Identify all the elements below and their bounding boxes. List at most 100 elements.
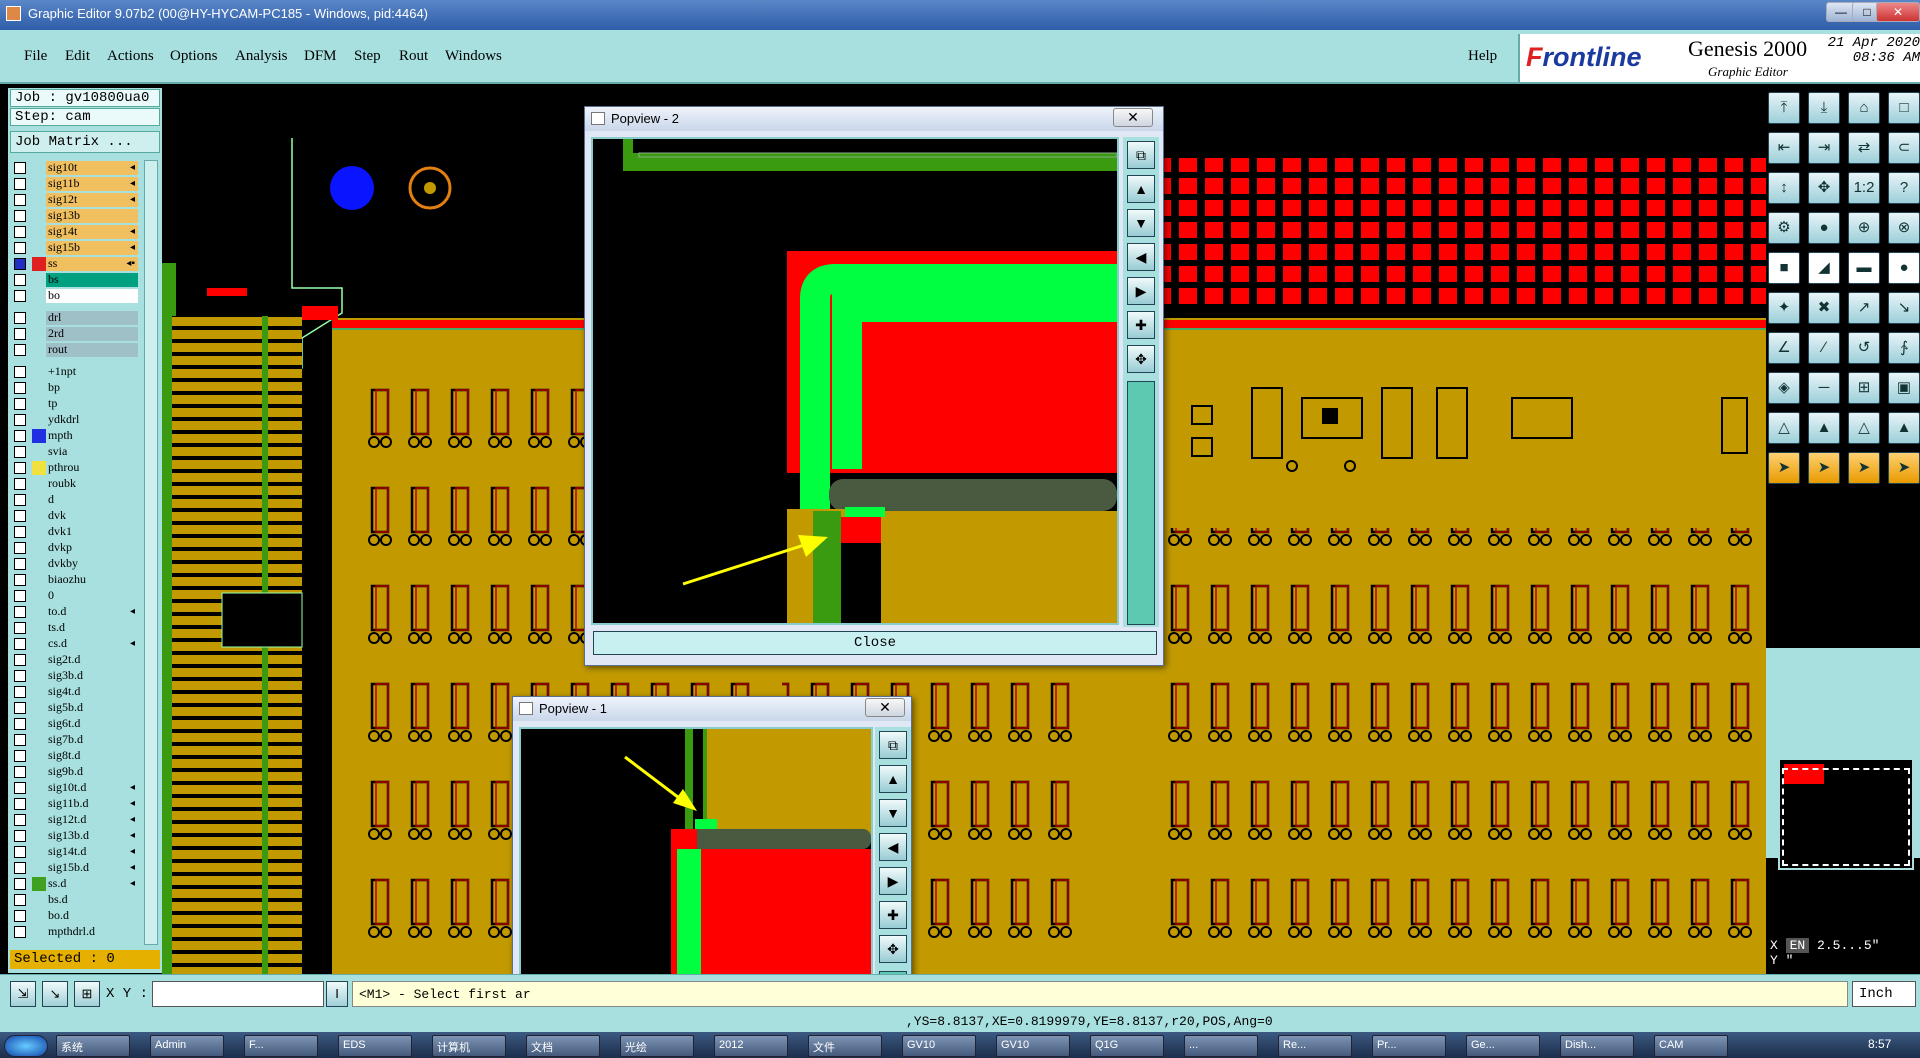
tool-button-3-icon[interactable]: ⌂ bbox=[1848, 92, 1880, 124]
tool-button-24-icon[interactable]: ↘ bbox=[1888, 292, 1920, 324]
menu-actions[interactable]: Actions bbox=[107, 48, 154, 65]
layer-checkbox[interactable] bbox=[14, 862, 26, 874]
pv1-zoom-in-icon[interactable]: ✚ bbox=[879, 901, 907, 929]
layer-name[interactable]: svia bbox=[46, 445, 138, 459]
layer-row[interactable]: pthrou bbox=[12, 460, 140, 476]
layer-row[interactable]: to.d ◂ bbox=[12, 604, 140, 620]
layer-checkbox[interactable] bbox=[14, 542, 26, 554]
tool-button-29-icon[interactable]: ◈ bbox=[1768, 372, 1800, 404]
layer-checkbox[interactable] bbox=[14, 510, 26, 522]
layer-checkbox[interactable] bbox=[14, 274, 26, 286]
tool-button-10-icon[interactable]: ✥ bbox=[1808, 172, 1840, 204]
layer-checkbox[interactable] bbox=[14, 766, 26, 778]
menu-file[interactable]: File bbox=[24, 48, 47, 65]
layer-checkbox[interactable] bbox=[14, 382, 26, 394]
layer-checkbox[interactable] bbox=[14, 622, 26, 634]
layer-row[interactable]: tp bbox=[12, 396, 140, 412]
layer-row[interactable]: sig9b.d bbox=[12, 764, 140, 780]
layer-row[interactable]: sig5b.d bbox=[12, 700, 140, 716]
taskbar-item[interactable]: 系统 bbox=[56, 1035, 130, 1057]
layer-name[interactable]: sig6t.d bbox=[46, 717, 138, 731]
layer-name[interactable]: biaozhu bbox=[46, 573, 138, 587]
tool-button-20-icon[interactable]: ● bbox=[1888, 252, 1920, 284]
layer-row[interactable]: ts.d bbox=[12, 620, 140, 636]
layer-row[interactable]: sig10t ◂ bbox=[12, 160, 140, 176]
tool-button-1-icon[interactable]: ⤒ bbox=[1768, 92, 1800, 124]
layer-row[interactable]: sig13b.d ◂ bbox=[12, 828, 140, 844]
layer-row[interactable]: svia bbox=[12, 444, 140, 460]
layer-row[interactable]: sig15b.d ◂ bbox=[12, 860, 140, 876]
layer-checkbox[interactable] bbox=[14, 344, 26, 356]
layer-checkbox[interactable] bbox=[14, 814, 26, 826]
layer-checkbox[interactable] bbox=[14, 702, 26, 714]
layer-name[interactable]: sig8t.d bbox=[46, 749, 138, 763]
taskbar-item[interactable]: F... bbox=[244, 1035, 318, 1057]
layer-checkbox[interactable] bbox=[14, 398, 26, 410]
layer-row[interactable]: ydkdrl bbox=[12, 412, 140, 428]
tool-button-5-icon[interactable]: ⇤ bbox=[1768, 132, 1800, 164]
layer-name[interactable]: bs.d bbox=[46, 893, 138, 907]
tool-button-6-icon[interactable]: ⇥ bbox=[1808, 132, 1840, 164]
layer-row[interactable]: bs.d bbox=[12, 892, 140, 908]
layer-name[interactable]: 2rd bbox=[46, 327, 138, 341]
taskbar-item[interactable]: Ge... bbox=[1466, 1035, 1540, 1057]
layer-checkbox[interactable] bbox=[14, 526, 26, 538]
snap-icon[interactable]: ⇲ bbox=[10, 981, 36, 1007]
layer-row[interactable]: dvk bbox=[12, 508, 140, 524]
layer-name[interactable]: 0 bbox=[46, 589, 138, 603]
layer-name[interactable]: bo bbox=[46, 289, 138, 303]
layer-name[interactable]: sig2t.d bbox=[46, 653, 138, 667]
layer-checkbox[interactable] bbox=[14, 846, 26, 858]
pv2-zoom-fit-icon[interactable]: ⧉ bbox=[1127, 141, 1155, 169]
tool-button-12-icon[interactable]: ? bbox=[1888, 172, 1920, 204]
layer-name[interactable]: dvkp bbox=[46, 541, 138, 555]
overview-map[interactable] bbox=[1778, 758, 1914, 870]
menu-windows[interactable]: Windows bbox=[445, 48, 502, 65]
taskbar-item[interactable]: Q1G bbox=[1090, 1035, 1164, 1057]
layer-row[interactable]: bs bbox=[12, 272, 140, 288]
layer-name[interactable]: sig15b.d ◂ bbox=[46, 861, 138, 875]
tool-button-2-icon[interactable]: ⤓ bbox=[1808, 92, 1840, 124]
popview-2-close-button[interactable]: Close bbox=[593, 631, 1157, 655]
layer-checkbox[interactable] bbox=[14, 210, 26, 222]
pv2-pan-right-icon[interactable]: ▶ bbox=[1127, 277, 1155, 305]
layer-row[interactable]: d bbox=[12, 492, 140, 508]
layer-row[interactable]: drl bbox=[12, 310, 140, 326]
pv2-zoom-in-icon[interactable]: ✚ bbox=[1127, 311, 1155, 339]
layer-checkbox[interactable] bbox=[14, 446, 26, 458]
layer-row[interactable]: sig6t.d bbox=[12, 716, 140, 732]
layer-name[interactable]: ydkdrl bbox=[46, 413, 138, 427]
layer-checkbox[interactable] bbox=[14, 242, 26, 254]
layer-row[interactable]: sig15b ◂ bbox=[12, 240, 140, 256]
layer-name[interactable]: sig14t ◂ bbox=[46, 225, 138, 239]
layer-row[interactable]: sig7b.d bbox=[12, 732, 140, 748]
layer-name[interactable]: ts.d bbox=[46, 621, 138, 635]
taskbar-item[interactable]: 文档 bbox=[526, 1035, 600, 1057]
tool-button-22-icon[interactable]: ✖ bbox=[1808, 292, 1840, 324]
layer-name[interactable]: sig7b.d bbox=[46, 733, 138, 747]
layer-name[interactable]: sig12t ◂ bbox=[46, 193, 138, 207]
tool-button-21-icon[interactable]: ✦ bbox=[1768, 292, 1800, 324]
layer-name[interactable]: sig3b.d bbox=[46, 669, 138, 683]
layer-name[interactable]: sig5b.d bbox=[46, 701, 138, 715]
taskbar-item[interactable]: EDS bbox=[338, 1035, 412, 1057]
layer-row[interactable]: dvkp bbox=[12, 540, 140, 556]
layer-checkbox[interactable] bbox=[14, 606, 26, 618]
popview-1-close-icon[interactable]: ✕ bbox=[865, 698, 905, 717]
layer-name[interactable]: roubk bbox=[46, 477, 138, 491]
layer-name[interactable]: sig14t.d ◂ bbox=[46, 845, 138, 859]
layer-checkbox[interactable] bbox=[14, 670, 26, 682]
layer-row[interactable]: roubk bbox=[12, 476, 140, 492]
layer-name[interactable]: mpth bbox=[46, 429, 138, 443]
start-button[interactable] bbox=[4, 1035, 48, 1057]
tool-button-32-icon[interactable]: ▣ bbox=[1888, 372, 1920, 404]
layer-row[interactable]: cs.d ◂ bbox=[12, 636, 140, 652]
layer-checkbox[interactable] bbox=[14, 290, 26, 302]
layer-name[interactable]: sig11b ◂ bbox=[46, 177, 138, 191]
layer-checkbox[interactable] bbox=[14, 830, 26, 842]
taskbar-item[interactable]: 文件 bbox=[808, 1035, 882, 1057]
menu-edit[interactable]: Edit bbox=[65, 48, 90, 65]
layer-row[interactable]: 0 bbox=[12, 588, 140, 604]
pv2-pan-down-icon[interactable]: ▼ bbox=[1127, 209, 1155, 237]
tool-button-26-icon[interactable]: ∕ bbox=[1808, 332, 1840, 364]
